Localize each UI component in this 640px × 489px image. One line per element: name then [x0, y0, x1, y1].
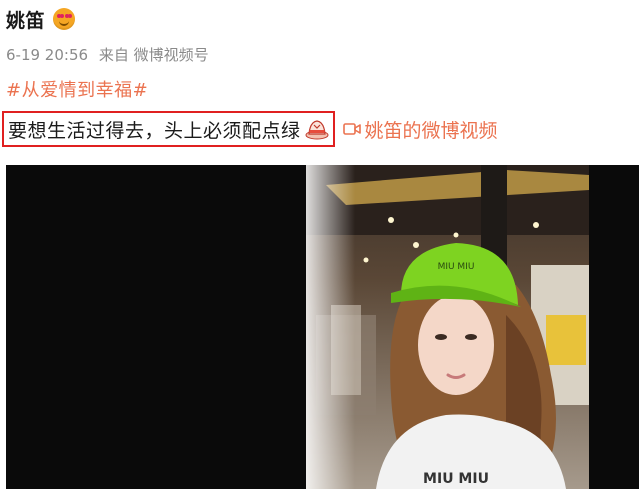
video-link[interactable]: 姚笛的微博视频 — [342, 116, 498, 143]
video-link-label: 姚笛的微博视频 — [364, 119, 498, 142]
post-meta: 6-19 20:56 来自 微博视频号 — [6, 44, 209, 65]
heart-eyes-emoji-icon — [53, 8, 76, 30]
post-text-row: 要想生活过得去，头上必须配点绿 姚笛的微博视频 — [2, 108, 498, 150]
highlight-box: 要想生活过得去，头上必须配点绿 — [2, 111, 335, 147]
topic-hashtag-link[interactable]: #从爱情到幸福# — [6, 76, 148, 102]
post-date[interactable]: 6-19 20:56 — [6, 46, 88, 64]
video-player[interactable]: MIU MIU MIU MIU — [6, 165, 639, 489]
source-prefix: 来自 — [98, 46, 129, 64]
author-name[interactable]: 姚笛 — [6, 6, 45, 33]
hat-emoji-icon — [305, 117, 329, 141]
video-camera-icon — [342, 123, 361, 135]
post-text: 要想生活过得去，头上必须配点绿 — [8, 119, 301, 142]
video-thumbnail[interactable]: MIU MIU MIU MIU — [306, 165, 589, 489]
source-client-link[interactable]: 微博视频号 — [134, 46, 209, 64]
post-header: 姚笛 — [6, 4, 76, 34]
